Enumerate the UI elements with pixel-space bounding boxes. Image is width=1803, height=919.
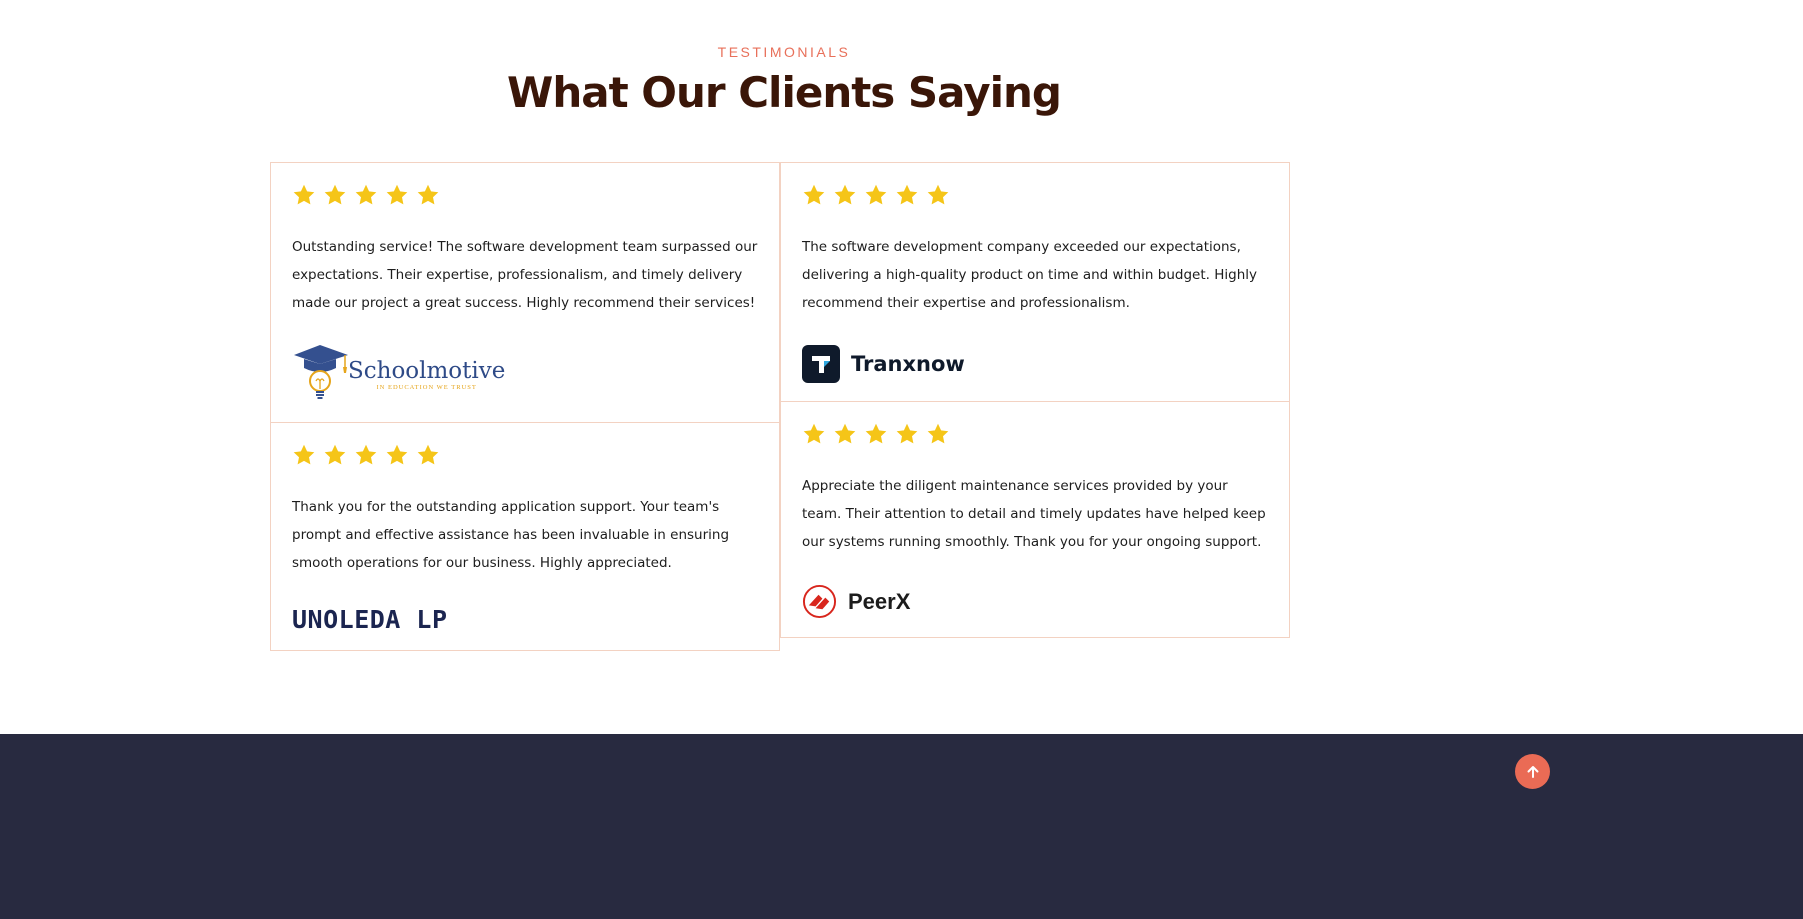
company-logo: Tranxnow — [802, 345, 1268, 383]
star-icon — [833, 183, 857, 207]
arrow-up-icon — [1527, 765, 1538, 778]
star-rating — [292, 183, 758, 207]
star-icon — [385, 443, 409, 467]
graduation-cap-bulb-icon — [294, 345, 348, 399]
testimonial-card: Outstanding service! The software develo… — [270, 162, 780, 423]
company-tagline: IN EDUCATION WE TRUST — [376, 384, 477, 391]
star-rating — [802, 422, 1268, 446]
star-icon — [895, 422, 919, 446]
star-icon — [895, 183, 919, 207]
star-icon — [416, 443, 440, 467]
star-icon — [323, 443, 347, 467]
star-icon — [292, 183, 316, 207]
star-icon — [802, 422, 826, 446]
company-logo: PeerX — [802, 584, 1268, 619]
star-icon — [385, 183, 409, 207]
star-icon — [354, 183, 378, 207]
star-icon — [323, 183, 347, 207]
company-name: PeerX — [848, 588, 911, 614]
star-icon — [292, 443, 316, 467]
peerx-circle-icon — [802, 584, 837, 619]
star-icon — [802, 183, 826, 207]
company-name: Schoolmotive — [348, 358, 506, 384]
testimonial-card: Thank you for the outstanding applicatio… — [270, 422, 780, 651]
testimonials-column-right: The software development company exceede… — [780, 162, 1290, 638]
star-icon — [833, 422, 857, 446]
star-icon — [926, 183, 950, 207]
t-badge-icon — [802, 345, 840, 383]
section-label: TESTIMONIALS — [717, 44, 851, 60]
testimonial-quote: The software development company exceede… — [802, 239, 1257, 311]
scroll-to-top-button[interactable] — [1515, 754, 1550, 789]
company-logo: UNOLEDA LP — [292, 605, 758, 634]
company-name: Tranxnow — [851, 352, 965, 376]
testimonials-column-left: Outstanding service! The software develo… — [270, 162, 780, 651]
company-name: UNOLEDA LP — [292, 605, 448, 634]
testimonial-quote: Appreciate the diligent maintenance serv… — [802, 478, 1266, 550]
star-icon — [864, 183, 888, 207]
star-rating — [802, 183, 1268, 207]
star-icon — [926, 422, 950, 446]
star-icon — [864, 422, 888, 446]
section-title: What Our Clients Saying — [507, 68, 1062, 117]
star-icon — [416, 183, 440, 207]
testimonial-card: The software development company exceede… — [780, 162, 1290, 402]
testimonial-card: Appreciate the diligent maintenance serv… — [780, 401, 1290, 638]
star-icon — [354, 443, 378, 467]
testimonial-quote: Outstanding service! The software develo… — [292, 239, 758, 311]
company-logo: Schoolmotive IN EDUCATION WE TRUST — [292, 343, 758, 401]
star-rating — [292, 443, 758, 467]
testimonial-quote: Thank you for the outstanding applicatio… — [292, 499, 730, 571]
